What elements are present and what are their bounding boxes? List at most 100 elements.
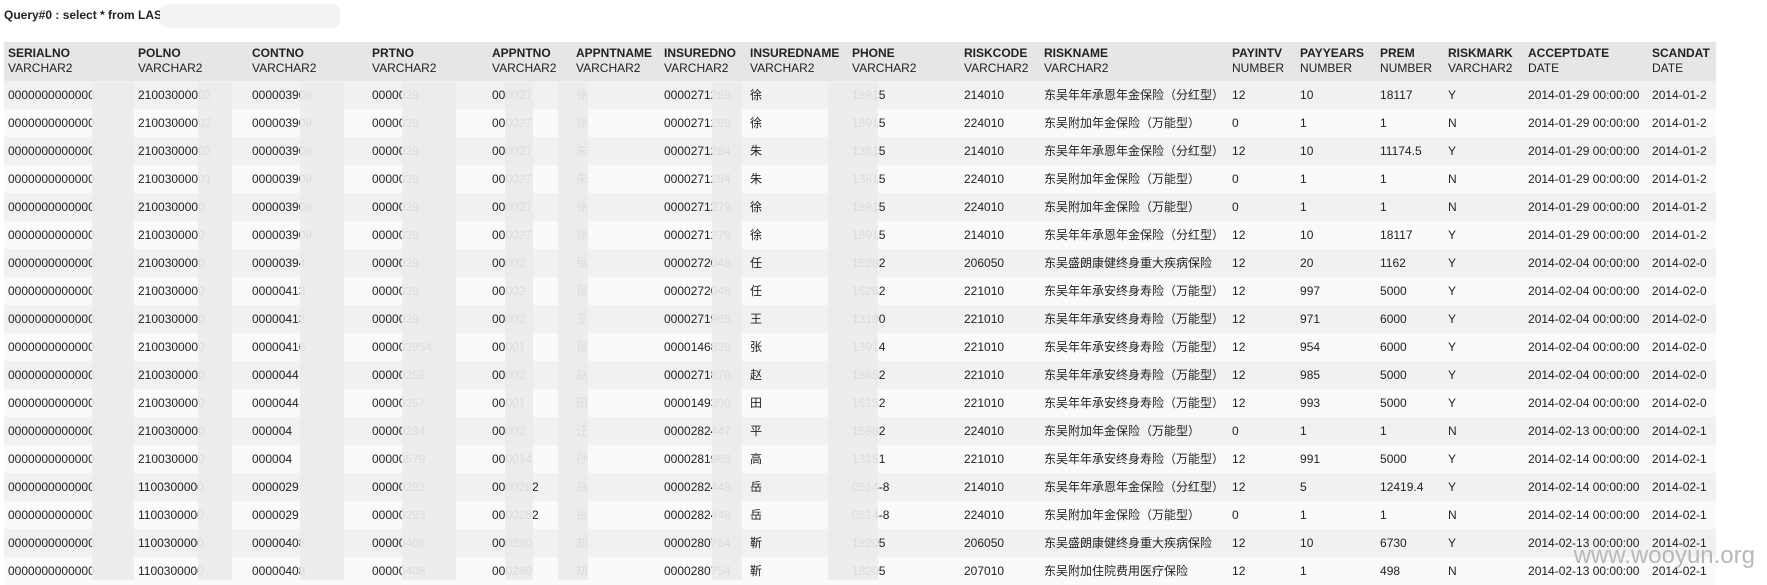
table-cell: 2014-02-1 [1648, 417, 1717, 445]
table-cell: 20 [1296, 249, 1377, 277]
table-cell: 1162 [1376, 249, 1445, 277]
table-cell: 206050 [960, 529, 1040, 557]
column-type: DATE [1528, 61, 1560, 75]
table-cell: 东吴附加年金保险（万能型） [1040, 501, 1229, 529]
table-cell: 东吴盛朗康健终身重大疾病保险 [1040, 249, 1229, 277]
table-cell: 东吴年年承恩年金保险（分红型） [1040, 137, 1229, 165]
redaction-overlay [402, 82, 456, 580]
redaction-overlay [300, 82, 344, 580]
table-cell: 12 [1228, 389, 1297, 417]
column-type: VARCHAR2 [252, 61, 317, 75]
table-cell: 12 [1228, 557, 1297, 585]
table-cell: 12 [1228, 137, 1297, 165]
table-cell: 12 [1228, 529, 1297, 557]
table-cell: 971 [1296, 305, 1377, 333]
table-cell: 东吴附加年金保险（万能型） [1040, 417, 1229, 445]
table-cell: 214010 [960, 137, 1040, 165]
column-header: PREM NUMBER [1376, 42, 1445, 81]
column-header: APPNTNAME VARCHAR2 [572, 42, 660, 81]
table-cell: 6730 [1376, 529, 1445, 557]
table-cell: 2014-01-29 00:00:00 [1524, 165, 1649, 193]
table-cell: 东吴年年承安终身寿险（万能型） [1040, 445, 1229, 473]
table-cell: 2014-02-14 00:00:00 [1524, 501, 1649, 529]
column-name: RISKMARK [1448, 46, 1513, 60]
table-cell: 2014-01-2 [1648, 193, 1717, 221]
column-header: INSUREDNAME VARCHAR2 [746, 42, 848, 81]
table-cell: 0 [1228, 417, 1297, 445]
table-cell: N [1444, 417, 1525, 445]
table-cell: Y [1444, 221, 1525, 249]
table-cell: 1 [1296, 501, 1377, 529]
table-cell: 东吴附加年金保险（万能型） [1040, 165, 1229, 193]
table-cell: 2014-02-0 [1648, 277, 1717, 305]
table-cell: N [1444, 557, 1525, 585]
table-cell: 0 [1228, 501, 1297, 529]
column-type: VARCHAR2 [138, 61, 203, 75]
column-name: INSUREDNO [664, 46, 737, 60]
table-cell: 224010 [960, 193, 1040, 221]
column-type: NUMBER [1380, 61, 1433, 75]
column-header: RISKCODE VARCHAR2 [960, 42, 1040, 81]
column-type: VARCHAR2 [576, 61, 641, 75]
column-header: PAYINTV NUMBER [1228, 42, 1297, 81]
table-cell: Y [1444, 333, 1525, 361]
redaction-overlay [198, 82, 232, 580]
table-cell: 12 [1228, 361, 1297, 389]
table-cell: 2014-02-0 [1648, 249, 1717, 277]
table-cell: 498 [1376, 557, 1445, 585]
table-cell: 2014-02-0 [1648, 389, 1717, 417]
table-cell: 997 [1296, 277, 1377, 305]
table-cell: 221010 [960, 305, 1040, 333]
column-header: SCANDAT DATE [1648, 42, 1717, 81]
table-cell: 993 [1296, 389, 1377, 417]
column-name: PREM [1380, 46, 1415, 60]
column-type: VARCHAR2 [372, 61, 437, 75]
table-cell: 10 [1296, 221, 1377, 249]
table-cell: 1 [1376, 417, 1445, 445]
table-cell: 2014-02-04 00:00:00 [1524, 333, 1649, 361]
column-header: CONTNO VARCHAR2 [248, 42, 368, 81]
table-cell: 224010 [960, 501, 1040, 529]
column-name: RISKCODE [964, 46, 1028, 60]
column-name: PHONE [852, 46, 895, 60]
table-cell: 2014-02-04 00:00:00 [1524, 305, 1649, 333]
table-cell: 1 [1296, 165, 1377, 193]
table-cell: 2014-01-2 [1648, 109, 1717, 137]
table-cell: 2014-02-13 00:00:00 [1524, 417, 1649, 445]
table-cell: Y [1444, 137, 1525, 165]
table-cell: Y [1444, 249, 1525, 277]
table-cell: 东吴年年承安终身寿险（万能型） [1040, 361, 1229, 389]
table-cell: 5 [1296, 473, 1377, 501]
column-type: VARCHAR2 [1044, 61, 1109, 75]
table-cell: 207010 [960, 557, 1040, 585]
column-name: ACCEPTDATE [1528, 46, 1610, 60]
table-cell: 12 [1228, 333, 1297, 361]
table-cell: 2014-02-04 00:00:00 [1524, 249, 1649, 277]
table-cell: Y [1444, 305, 1525, 333]
table-cell: 2014-02-1 [1648, 445, 1717, 473]
column-header: PRTNO VARCHAR2 [368, 42, 488, 81]
table-cell: Y [1444, 445, 1525, 473]
table-cell: 1 [1376, 109, 1445, 137]
table-cell: 12 [1228, 249, 1297, 277]
table-cell: 2014-02-04 00:00:00 [1524, 389, 1649, 417]
table-cell: 12 [1228, 277, 1297, 305]
watermark: www.wooyun.org [1573, 542, 1755, 569]
column-type: VARCHAR2 [1448, 61, 1513, 75]
table-cell: 5000 [1376, 361, 1445, 389]
column-name: PAYINTV [1232, 46, 1283, 60]
table-cell: 1 [1376, 193, 1445, 221]
table-cell: 224010 [960, 109, 1040, 137]
table-cell: 10 [1296, 81, 1377, 109]
table-cell: 206050 [960, 249, 1040, 277]
column-type: VARCHAR2 [852, 61, 917, 75]
column-header: APPNTNO VARCHAR2 [488, 42, 572, 81]
table-cell: 12 [1228, 305, 1297, 333]
table-cell: 0 [1228, 193, 1297, 221]
table-cell: 东吴年年承恩年金保险（分红型） [1040, 81, 1229, 109]
table-cell: 东吴年年承安终身寿险（万能型） [1040, 333, 1229, 361]
redaction-overlay [558, 82, 588, 580]
table-cell: 2014-02-0 [1648, 305, 1717, 333]
column-type: DATE [1652, 61, 1684, 75]
column-header: PAYYEARS NUMBER [1296, 42, 1377, 81]
